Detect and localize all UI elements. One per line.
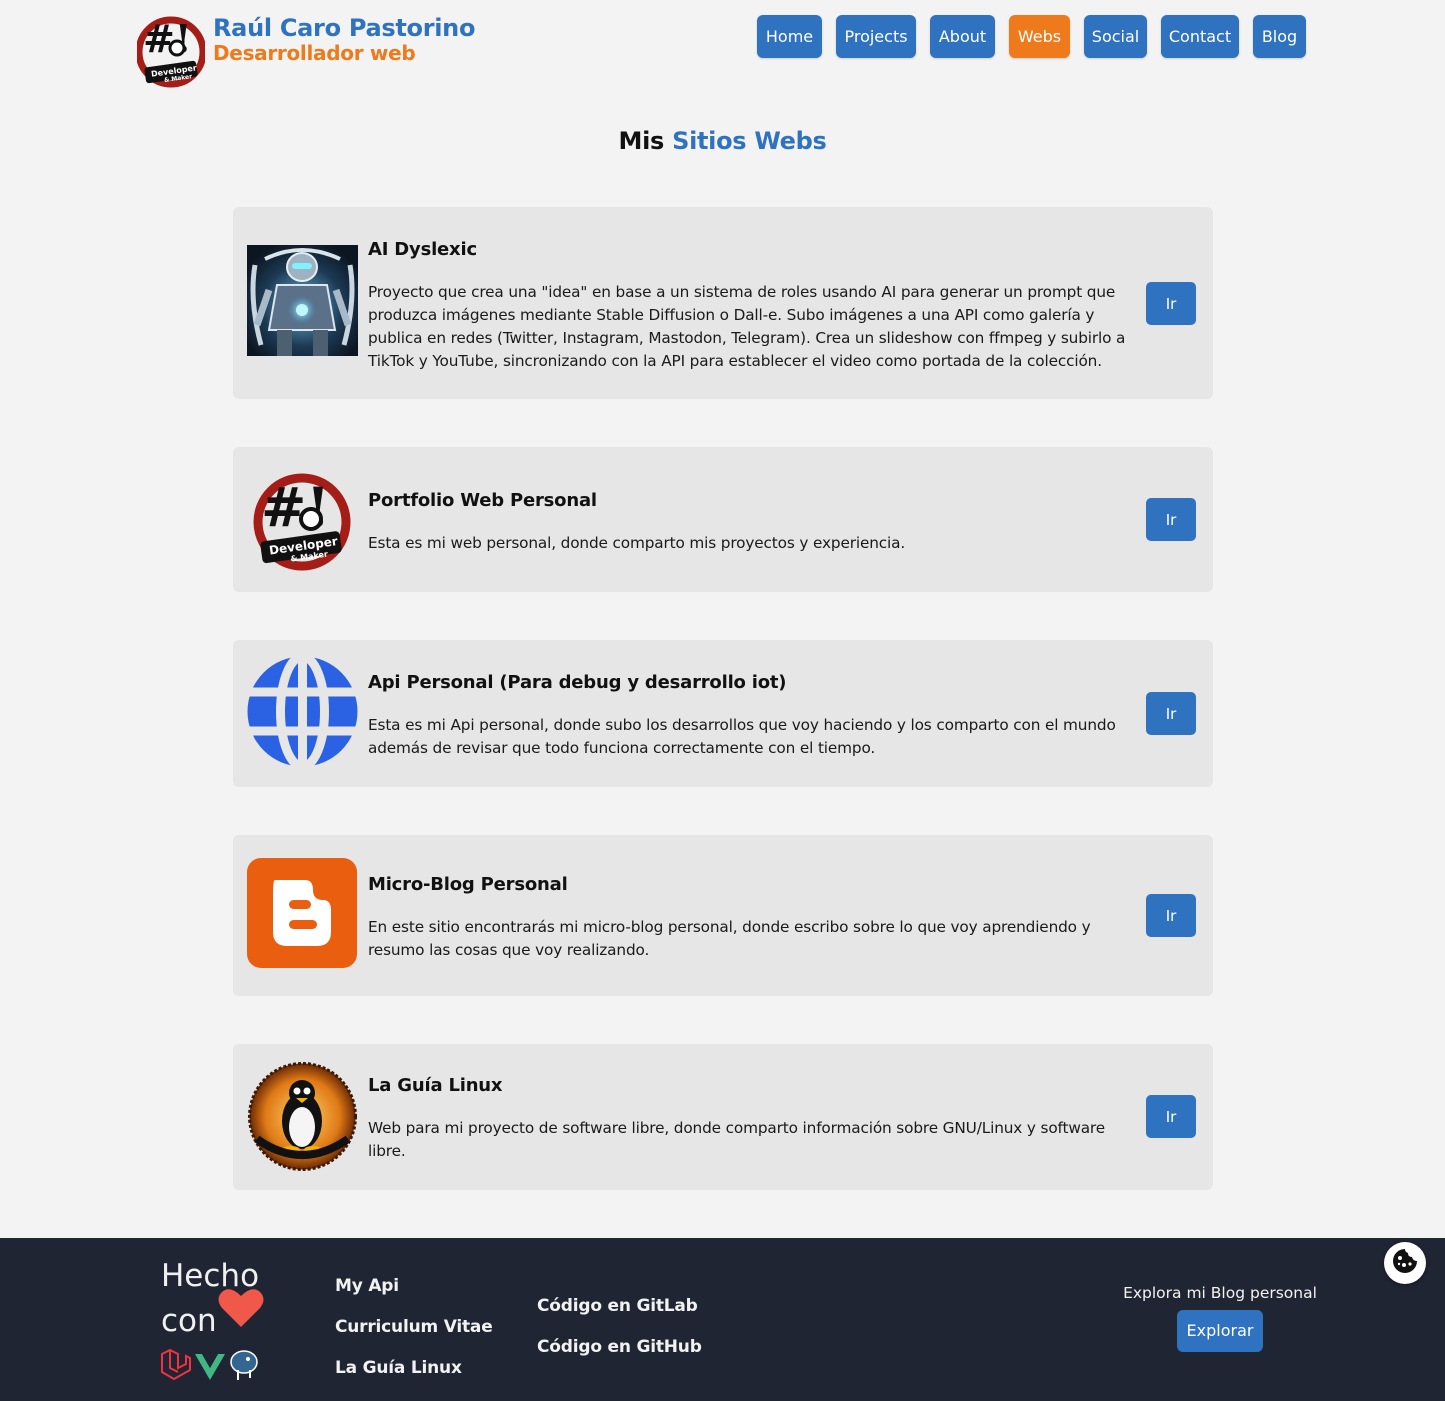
site-card: #! Developer & Maker Portfolio Web Perso… [233,447,1213,592]
developer-maker-logo: #! Developer & Maker [247,464,358,575]
footer-link-curriculum[interactable]: Curriculum Vitae [335,1307,493,1348]
site-card-body: Portfolio Web Personal Esta es mi web pe… [368,490,1128,555]
explore-blog: Explora mi Blog personal Explorar [1110,1282,1330,1352]
site-card-description: Proyecto que crea una "idea" en base a u… [368,283,1126,370]
globe-icon [247,656,358,767]
footer-links-col2: Código en GitLab Código en GitHub [537,1286,702,1368]
explore-text: Explora mi Blog personal [1123,1284,1317,1302]
tux-logo [247,1061,358,1172]
nav-blog-button[interactable]: Blog [1253,15,1306,58]
site-card-description: Esta es mi Api personal, donde subo los … [368,716,1116,757]
tech-icons [158,1346,260,1386]
nav-about-button[interactable]: About [930,15,995,58]
nav-contact-button[interactable]: Contact [1161,15,1239,58]
brand-role[interactable]: Desarrollador web [213,42,475,64]
brand-text[interactable]: Raúl Caro Pastorino Desarrollador web [213,14,475,64]
site-card-description: Web para mi proyecto de software libre, … [368,1119,1106,1160]
site-header: #! Developer & Maker Raúl Caro Pastorino… [0,0,1445,100]
site-card-title: La Guía Linux [368,1075,503,1096]
site-card: AI Dyslexic Proyecto que crea una "idea"… [233,207,1213,399]
brand[interactable]: #! Developer & Maker Raúl Caro Pastorino… [135,10,475,88]
svg-text:#!: #! [143,16,192,61]
go-button[interactable]: Ir [1146,894,1196,937]
site-card-title: Api Personal (Para debug y desarrollo io… [368,672,787,693]
site-card-body: Micro-Blog Personal En este sitio encont… [368,874,1128,962]
nav-home-button[interactable]: Home [757,15,822,58]
footer-link-my-api[interactable]: My Api [335,1266,493,1307]
site-card: Micro-Blog Personal En este sitio encont… [233,835,1213,996]
laravel-icon [158,1346,192,1386]
site-card: La Guía Linux Web para mi proyecto de so… [233,1044,1213,1190]
footer-link-github[interactable]: Código en GitHub [537,1327,702,1368]
site-card-description: En este sitio encontrarás mi micro-blog … [368,918,1091,959]
site-card: Api Personal (Para debug y desarrollo io… [233,640,1213,787]
footer-link-gitlab[interactable]: Código en GitLab [537,1286,702,1327]
explore-button[interactable]: Explorar [1176,1310,1264,1352]
site-footer: Hecho con My Api Curriculum Vitae La Guí… [0,1238,1445,1401]
page-title-accent: Sitios Webs [672,127,827,155]
main-nav: Home Projects About Webs Social Contact … [757,15,1306,58]
go-button[interactable]: Ir [1146,692,1196,735]
postgresql-icon [228,1348,260,1386]
svg-text:#!: #! [261,475,330,539]
vue-icon [194,1352,226,1386]
robot-image [247,245,358,356]
nav-social-button[interactable]: Social [1084,15,1147,58]
page-title-prefix: Mis [618,127,665,155]
go-button[interactable]: Ir [1146,498,1196,541]
page-title: Mis Sitios Webs [0,127,1445,155]
nav-projects-button[interactable]: Projects [836,15,916,58]
footer-link-guia-linux[interactable]: La Guía Linux [335,1348,493,1389]
site-card-title: AI Dyslexic [368,239,477,260]
site-card-title: Micro-Blog Personal [368,874,568,895]
go-button[interactable]: Ir [1146,282,1196,325]
site-card-body: La Guía Linux Web para mi proyecto de so… [368,1075,1128,1163]
go-button[interactable]: Ir [1146,1095,1196,1138]
site-card-body: Api Personal (Para debug y desarrollo io… [368,672,1128,760]
footer-links-col1: My Api Curriculum Vitae La Guía Linux [335,1266,493,1389]
nav-webs-button[interactable]: Webs [1009,15,1070,58]
heart-icon [218,1288,264,1332]
brand-name[interactable]: Raúl Caro Pastorino [213,14,475,42]
site-card-title: Portfolio Web Personal [368,490,597,511]
site-card-description: Esta es mi web personal, donde comparto … [368,534,906,552]
blogger-icon [247,858,357,968]
site-card-body: AI Dyslexic Proyecto que crea una "idea"… [368,239,1128,373]
developer-maker-logo[interactable]: #! Developer & Maker [135,10,207,88]
cookie-settings-button[interactable] [1384,1242,1426,1284]
cookie-icon [1392,1248,1418,1278]
